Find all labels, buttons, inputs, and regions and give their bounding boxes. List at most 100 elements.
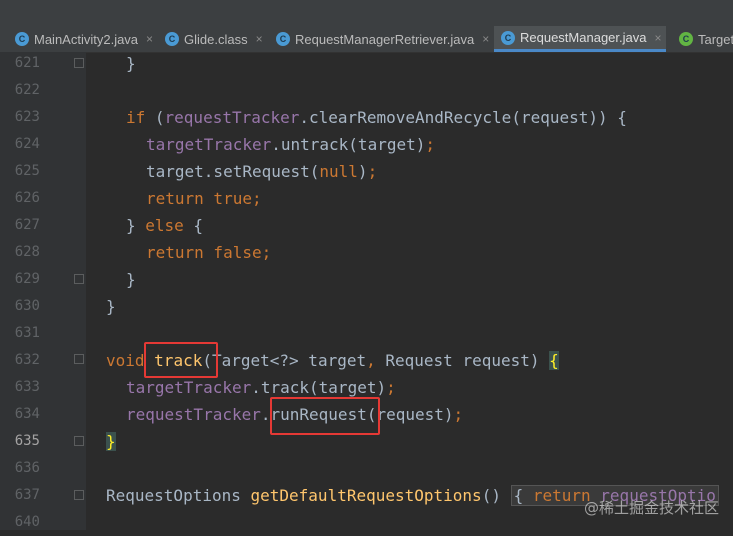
code-line-633: targetTracker.track(target); <box>126 374 396 401</box>
code-text: (Target<?> target <box>202 351 367 370</box>
matching-brace: { <box>549 351 559 370</box>
tab-label: MainActivity2.java <box>34 31 139 47</box>
tab-label: RequestManagerRetriever.java <box>295 31 475 47</box>
code-text: ; <box>367 162 378 181</box>
code-text: . <box>260 405 271 424</box>
line-number: 626 <box>14 190 40 206</box>
keyword: void <box>106 351 145 370</box>
fold-marker-icon[interactable] <box>74 58 84 68</box>
line-number: 631 <box>14 325 40 341</box>
code-text: RequestOptions <box>106 486 251 505</box>
line-number: 640 <box>14 514 40 530</box>
method-call: runRequest <box>270 405 367 424</box>
code-line-632: void track(Target<?> target, Request req… <box>106 347 559 374</box>
tab-requestmanagerretriever[interactable]: C RequestManagerRetriever.java × <box>269 26 493 52</box>
code-line-630: } <box>106 293 116 320</box>
line-number-gutter: 621 622 623 624 625 626 627 628 629 630 … <box>0 52 86 530</box>
line-number: 625 <box>14 163 40 179</box>
code-text: } <box>126 54 136 73</box>
tab-label: Glide.class <box>184 31 248 47</box>
code-text: ; <box>261 243 272 262</box>
code-line-626: return true; <box>146 185 262 212</box>
code-text: } <box>126 216 146 235</box>
code-text: .clearRemoveAndRecycle(request)) { <box>299 108 627 127</box>
line-number: 634 <box>14 406 40 422</box>
class-icon: C <box>501 30 515 45</box>
code-line-623: if (requestTracker.clearRemoveAndRecycle… <box>126 104 627 131</box>
code-line-625: target.setRequest(null); <box>146 158 377 185</box>
code-text: { <box>513 486 533 505</box>
field: targetTracker <box>126 378 252 397</box>
code-text: ; <box>251 189 262 208</box>
line-number: 637 <box>14 487 40 503</box>
code-line-621: } <box>126 50 136 77</box>
line-number: 621 <box>14 55 40 71</box>
close-icon[interactable]: × <box>654 31 661 45</box>
line-number: 623 <box>14 109 40 125</box>
line-number: 630 <box>14 298 40 314</box>
fold-marker-icon[interactable] <box>74 354 84 364</box>
fold-marker-icon[interactable] <box>74 490 84 500</box>
line-number: 633 <box>14 379 40 395</box>
field: targetTracker <box>146 135 272 154</box>
editor-tab-bar: C MainActivity2.java × C Glide.class × C… <box>0 0 733 53</box>
code-text: } <box>106 297 116 316</box>
code-line-627: } else { <box>126 212 203 239</box>
code-line-628: return false; <box>146 239 271 266</box>
line-number: 628 <box>14 244 40 260</box>
line-number: 627 <box>14 217 40 233</box>
keyword: null <box>319 162 358 181</box>
close-icon[interactable]: × <box>256 32 263 46</box>
line-number: 624 <box>14 136 40 152</box>
line-number: 622 <box>14 82 40 98</box>
code-text: { <box>183 216 204 235</box>
code-line-624: targetTracker.untrack(target); <box>146 131 435 158</box>
code-text: ; <box>453 405 464 424</box>
fold-marker-icon[interactable] <box>74 436 84 446</box>
class-icon: C <box>165 32 179 46</box>
tab-requestmanager[interactable]: C RequestManager.java × <box>494 26 666 52</box>
line-number: 629 <box>14 271 40 287</box>
code-text: .untrack(target) <box>271 135 426 154</box>
code-line-629: } <box>126 266 136 293</box>
code-text: Request request) <box>375 351 550 370</box>
class-icon: C <box>679 32 693 46</box>
close-icon[interactable]: × <box>482 32 489 46</box>
keyword: return <box>532 486 591 505</box>
code-text: ( <box>145 108 165 127</box>
method-name: track <box>154 351 203 370</box>
code-text: target.setRequest( <box>146 162 320 181</box>
tab-glide-class[interactable]: C Glide.class × <box>158 26 267 52</box>
tab-label: Target <box>698 31 733 47</box>
code-text: .track(target) <box>251 378 387 397</box>
tab-label: RequestManager.java <box>520 30 647 45</box>
code-line-634: requestTracker.runRequest(request); <box>126 401 463 428</box>
code-line-635: } <box>106 428 116 455</box>
line-number: 636 <box>14 460 40 476</box>
fold-marker-icon[interactable] <box>74 274 84 284</box>
code-text: () <box>481 486 511 505</box>
keyword: else <box>145 216 184 235</box>
code-text: , <box>366 351 376 370</box>
code-text: ; <box>386 378 396 397</box>
tab-target[interactable]: C Target <box>672 26 733 52</box>
code-text: ) <box>357 162 368 181</box>
code-text: (request) <box>366 405 454 424</box>
tab-mainactivity2[interactable]: C MainActivity2.java × <box>8 26 157 52</box>
class-icon: C <box>15 32 29 46</box>
matching-brace: } <box>106 432 116 451</box>
code-text: } <box>126 270 136 289</box>
code-text: ; <box>425 135 435 154</box>
keyword: return false <box>146 243 262 262</box>
line-number: 632 <box>14 352 40 368</box>
keyword: return true <box>146 189 252 208</box>
line-number-current: 635 <box>14 433 40 449</box>
keyword: if <box>126 108 146 127</box>
class-icon: C <box>276 32 290 46</box>
watermark: @稀土掘金技术社区 <box>583 499 719 517</box>
close-icon[interactable]: × <box>146 32 153 46</box>
field: requestTracker <box>126 405 261 424</box>
code-editor[interactable]: } if (requestTracker.clearRemoveAndRecyc… <box>86 52 733 530</box>
method-name: getDefaultRequestOptions <box>250 486 482 505</box>
